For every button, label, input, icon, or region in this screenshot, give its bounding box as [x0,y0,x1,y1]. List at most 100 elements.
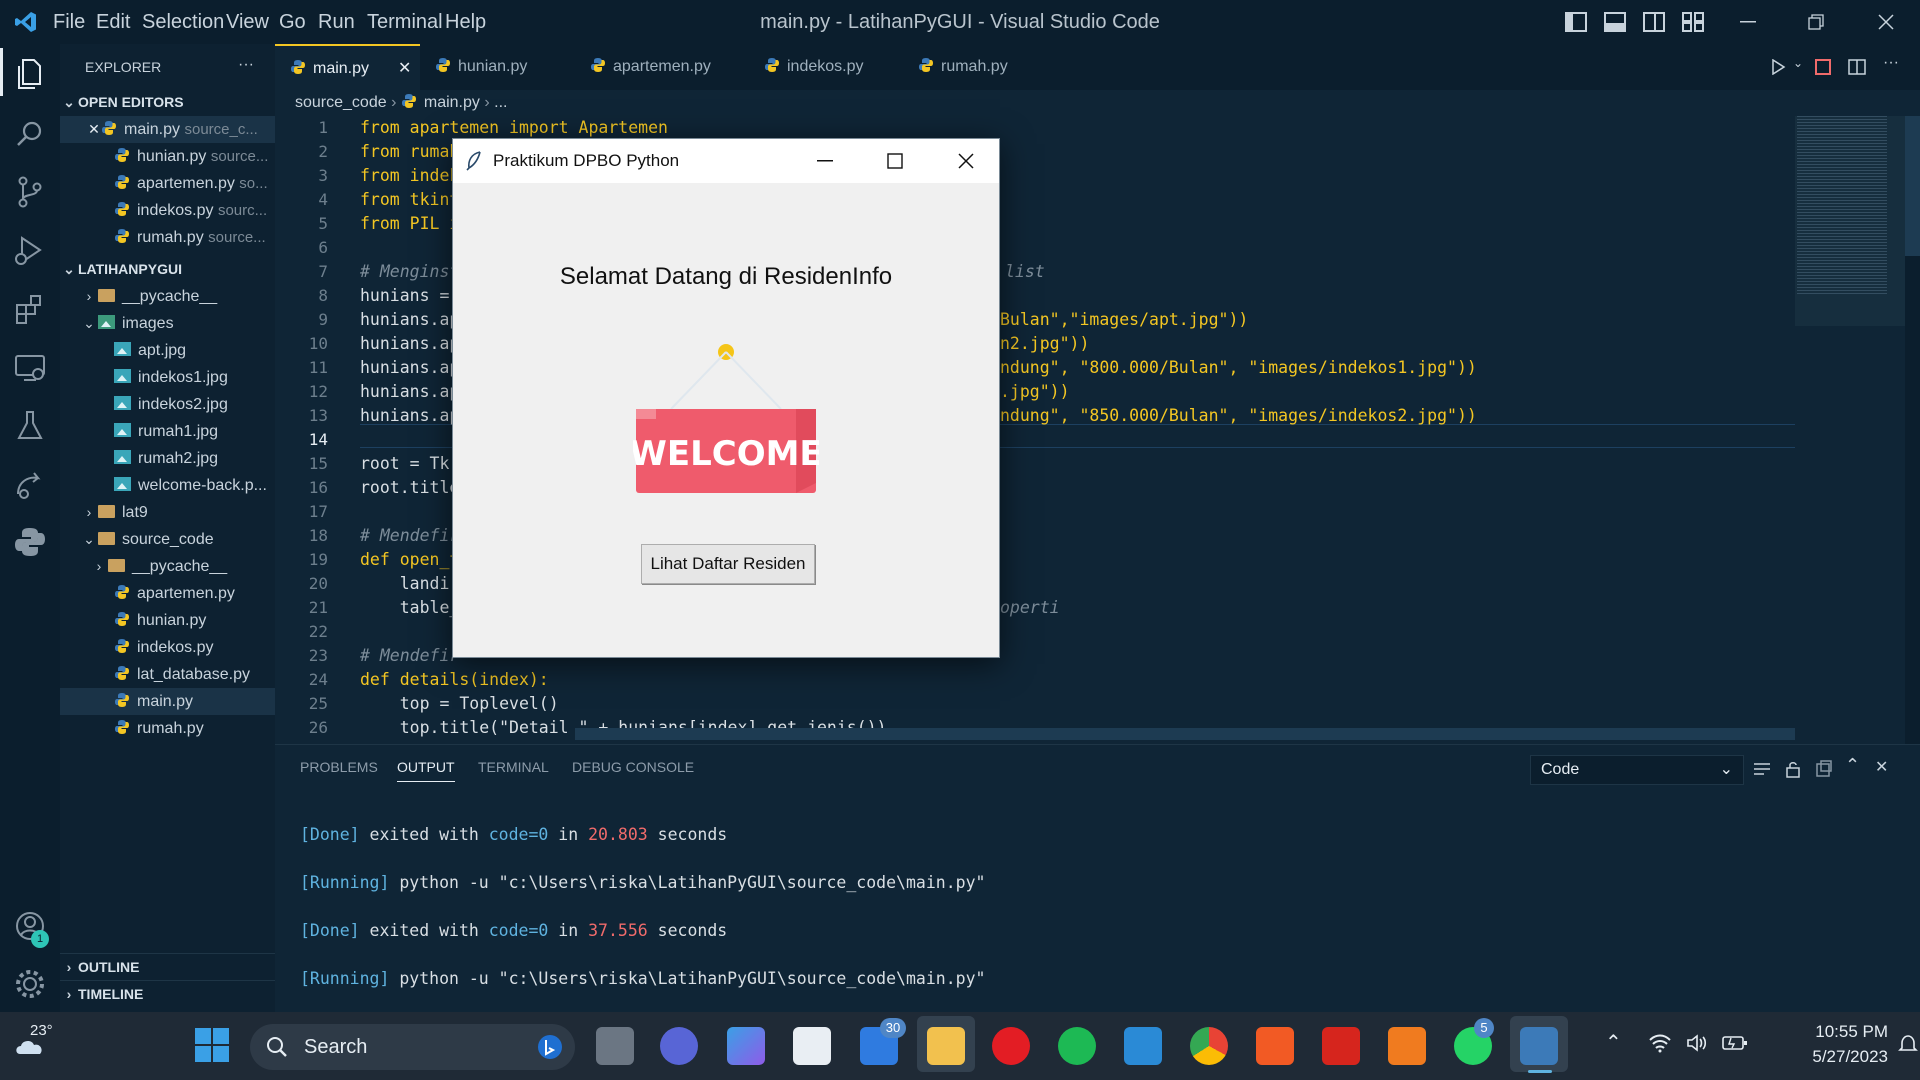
dialog-title-bar[interactable]: Praktikum DPBO Python [453,139,999,183]
open-editor-item[interactable]: indekos.py sourc... [60,197,275,224]
close-window-icon[interactable] [1878,14,1894,30]
tab-close-icon[interactable]: ✕ [398,46,411,92]
tab-apartemen-py[interactable]: apartemen.py [590,44,711,90]
show-hidden-icons-chevron-icon[interactable]: ⌃ [1605,1030,1622,1055]
project-header[interactable]: ⌄ LATIHANPYGUI [60,256,275,283]
open-editor-item[interactable]: hunian.py source... [60,143,275,170]
task-view-icon[interactable] [596,1027,634,1065]
source-control-icon[interactable] [10,172,50,212]
tree-folder[interactable]: › __pycache__ [60,553,275,580]
stop-icon[interactable] [1815,59,1831,75]
dialog-close-icon[interactable] [958,153,974,169]
tree-file[interactable]: apt.jpg [60,337,275,364]
testing-icon[interactable] [10,406,50,446]
menu-run[interactable]: Run [318,0,355,44]
restore-icon[interactable] [1808,14,1824,30]
menu-go[interactable]: Go [279,0,306,44]
output-channel-select[interactable]: Code ⌄ [1530,755,1744,785]
acrobat-icon[interactable] [1322,1027,1360,1065]
menu-help[interactable]: Help [445,0,486,44]
copilot-icon[interactable] [727,1027,765,1065]
wifi-icon[interactable] [1648,1033,1672,1053]
file-explorer-icon[interactable] [927,1027,965,1065]
horizontal-scrollbar[interactable] [575,728,1795,740]
extensions-icon[interactable] [10,290,50,330]
xampp-icon[interactable] [1388,1027,1426,1065]
minimap[interactable] [1795,116,1905,744]
run-file-icon[interactable] [1770,59,1786,75]
dialog-minimize-icon[interactable] [817,160,833,162]
tree-folder[interactable]: ⌄ images [60,310,275,337]
explorer-more-button[interactable]: ··· [238,51,268,78]
open-editor-item[interactable]: ✕ main.py source_c... [60,116,275,143]
notifications-bell-icon[interactable] [1898,1034,1918,1054]
tab-rumah-py[interactable]: rumah.py [918,44,1008,90]
volume-icon[interactable] [1686,1033,1708,1053]
tree-file[interactable]: indekos.py [60,634,275,661]
chrome-icon[interactable] [1190,1027,1228,1065]
weather-temp[interactable]: 23° [30,1022,53,1039]
tree-file[interactable]: rumah1.jpg [60,418,275,445]
open-in-editor-icon[interactable] [1815,760,1833,778]
breadcrumb-folder[interactable]: source_code [295,94,387,111]
toggle-secondary-sidebar-icon[interactable] [1643,12,1665,32]
customize-layout-icon[interactable] [1682,12,1704,32]
tab-indekos-py[interactable]: indekos.py [764,44,864,90]
tree-file[interactable]: indekos1.jpg [60,364,275,391]
vscode-logo-icon[interactable] [14,10,38,34]
tree-file[interactable]: welcome-back.p... [60,472,275,499]
spotify-icon[interactable] [1058,1027,1096,1065]
breadcrumb-symbol[interactable]: ... [494,94,507,111]
tab-problems[interactable]: PROBLEMS [300,759,378,775]
tab-main-py[interactable]: main.py ✕ [275,44,420,90]
tab-hunian-py[interactable]: hunian.py [435,44,527,90]
tree-file[interactable]: rumah2.jpg [60,445,275,472]
vscode-taskbar-icon[interactable] [1124,1027,1162,1065]
maximize-panel-icon[interactable]: ⌃ [1845,755,1860,776]
toggle-sidebar-icon[interactable] [1565,12,1587,32]
tree-file[interactable]: indekos2.jpg [60,391,275,418]
microsoft-store-icon[interactable] [793,1027,831,1065]
breadcrumb-file[interactable]: main.py [424,94,480,111]
vertical-scrollbar[interactable] [1905,116,1920,256]
opera-icon[interactable] [992,1027,1030,1065]
tree-file[interactable]: lat_database.py [60,661,275,688]
timeline-header[interactable]: › TIMELINE [60,980,275,1008]
tree-file[interactable]: rumah.py [60,715,275,742]
tree-folder[interactable]: › lat9 [60,499,275,526]
tree-file[interactable]: apartemen.py [60,580,275,607]
python-icon[interactable] [10,522,50,562]
clock-time[interactable]: 10:55 PM [1778,1022,1888,1042]
split-editor-icon[interactable] [1848,59,1866,75]
tab-terminal[interactable]: TERMINAL [478,759,549,775]
battery-icon[interactable] [1722,1034,1748,1052]
minimize-icon[interactable] [1740,21,1756,23]
teams-chat-icon[interactable] [660,1027,698,1065]
run-dropdown-chevron-icon[interactable]: ⌄ [1793,56,1803,70]
menu-view[interactable]: View [226,0,269,44]
close-panel-icon[interactable]: ✕ [1875,757,1888,777]
more-actions-icon[interactable]: ··· [1883,54,1899,72]
search-icon[interactable] [10,114,50,154]
brave-icon[interactable] [1256,1027,1294,1065]
windows-start-icon[interactable] [195,1028,229,1062]
taskbar-search-box[interactable]: Search [250,1024,575,1070]
menu-file[interactable]: File [53,0,85,44]
settings-gear-icon[interactable] [10,964,50,1004]
run-debug-icon[interactable] [10,230,50,270]
lock-scroll-icon[interactable] [1785,760,1801,778]
remote-explorer-icon[interactable] [10,348,50,388]
menu-selection[interactable]: Selection [142,0,224,44]
tab-output[interactable]: OUTPUT [397,759,455,782]
open-editor-item[interactable]: apartemen.py so... [60,170,275,197]
toggle-panel-icon[interactable] [1604,12,1626,32]
outline-header[interactable]: › OUTLINE [60,953,275,981]
tab-debug-console[interactable]: DEBUG CONSOLE [572,759,694,775]
open-editor-item[interactable]: rumah.py source... [60,224,275,251]
clear-output-icon[interactable] [1753,762,1771,778]
explorer-icon[interactable] [10,54,50,94]
tree-file-selected[interactable]: main.py [60,688,275,715]
open-editors-header[interactable]: ⌄ OPEN EDITORS [60,89,275,116]
tree-folder[interactable]: ⌄ source_code [60,526,275,553]
live-share-icon[interactable] [10,464,50,504]
